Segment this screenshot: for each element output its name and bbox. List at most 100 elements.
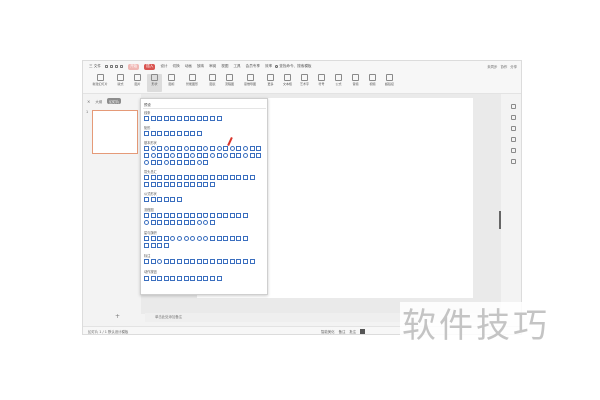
- shape-item[interactable]: [216, 213, 222, 218]
- tab-design[interactable]: 设计: [160, 64, 167, 69]
- shape-item[interactable]: [242, 146, 248, 151]
- shape-item[interactable]: [209, 182, 215, 187]
- shape-item[interactable]: [176, 160, 182, 165]
- shape-item[interactable]: [176, 197, 182, 202]
- shape-item[interactable]: [163, 213, 169, 218]
- shape-item[interactable]: [170, 220, 176, 225]
- shape-item[interactable]: [170, 146, 176, 151]
- shape-item[interactable]: [176, 182, 182, 187]
- shape-item[interactable]: [216, 236, 222, 241]
- shape-item[interactable]: [203, 153, 209, 158]
- comments-button[interactable]: 批注: [349, 329, 356, 334]
- shape-item[interactable]: [190, 175, 196, 180]
- shape-item[interactable]: [242, 213, 248, 218]
- slide-thumbnail[interactable]: [92, 110, 138, 154]
- shape-item[interactable]: [163, 220, 169, 225]
- wordart-button[interactable]: 艺术字: [297, 74, 312, 92]
- shape-item[interactable]: [203, 146, 209, 151]
- shape-item[interactable]: [196, 182, 202, 187]
- shape-item[interactable]: [150, 146, 156, 151]
- shape-item[interactable]: [196, 276, 202, 281]
- shape-item[interactable]: [176, 220, 182, 225]
- shape-item[interactable]: [163, 243, 169, 248]
- shape-item[interactable]: [150, 131, 156, 136]
- settings-icon[interactable]: [510, 137, 516, 142]
- shape-item[interactable]: [236, 236, 242, 241]
- file-menu[interactable]: 三 文件: [89, 64, 101, 69]
- collaborate-button[interactable]: 协作: [500, 64, 507, 69]
- shape-item[interactable]: [196, 236, 202, 241]
- formula-button[interactable]: 公式: [331, 74, 346, 92]
- shape-item[interactable]: [183, 276, 189, 281]
- layers-icon[interactable]: [510, 126, 516, 131]
- shape-item[interactable]: [176, 116, 182, 121]
- shape-item[interactable]: [209, 220, 215, 225]
- shape-item[interactable]: [170, 131, 176, 136]
- sync-status[interactable]: 未同步: [487, 64, 497, 69]
- shape-item[interactable]: [229, 146, 235, 151]
- shape-item[interactable]: [150, 160, 156, 165]
- shape-item[interactable]: [144, 220, 149, 225]
- shape-item[interactable]: [170, 153, 176, 158]
- shape-item[interactable]: [236, 213, 242, 218]
- shape-item[interactable]: [203, 160, 209, 165]
- shape-item[interactable]: [190, 131, 196, 136]
- shape-item[interactable]: [157, 116, 163, 121]
- format-icon[interactable]: [510, 115, 516, 120]
- shape-item[interactable]: [150, 116, 156, 121]
- shape-item[interactable]: [176, 175, 182, 180]
- shape-item[interactable]: [176, 213, 182, 218]
- tab-review[interactable]: 审阅: [209, 64, 216, 69]
- shape-item[interactable]: [242, 259, 248, 264]
- shape-item[interactable]: [144, 259, 149, 264]
- shape-item[interactable]: [170, 276, 176, 281]
- shape-item[interactable]: [157, 197, 163, 202]
- shape-item[interactable]: [190, 220, 196, 225]
- mindmap-button[interactable]: 思维导图: [239, 74, 261, 92]
- shape-item[interactable]: [170, 236, 176, 241]
- save-icon[interactable]: [104, 65, 108, 68]
- shape-item[interactable]: [209, 259, 215, 264]
- shape-item[interactable]: [196, 146, 202, 151]
- shape-item[interactable]: [203, 220, 209, 225]
- shape-item[interactable]: [144, 197, 149, 202]
- shape-item[interactable]: [203, 175, 209, 180]
- shape-item[interactable]: [190, 236, 196, 241]
- shape-item[interactable]: [144, 276, 149, 281]
- shape-item[interactable]: [183, 236, 189, 241]
- hyperlink-button[interactable]: 超链接: [382, 74, 397, 92]
- shape-item[interactable]: [150, 182, 156, 187]
- layout-button[interactable]: 版式: [113, 74, 128, 92]
- shape-item[interactable]: [144, 175, 149, 180]
- shape-item[interactable]: [157, 160, 163, 165]
- shape-item[interactable]: [190, 146, 196, 151]
- shape-item[interactable]: [242, 175, 248, 180]
- shape-item[interactable]: [163, 160, 169, 165]
- shape-item[interactable]: [157, 146, 163, 151]
- shape-item[interactable]: [150, 259, 156, 264]
- shape-item[interactable]: [209, 276, 215, 281]
- shape-item[interactable]: [144, 146, 149, 151]
- shape-item[interactable]: [176, 131, 182, 136]
- shape-item[interactable]: [163, 116, 169, 121]
- flowchart-button[interactable]: 流程图: [222, 74, 237, 92]
- shape-item[interactable]: [144, 131, 149, 136]
- shape-item[interactable]: [216, 175, 222, 180]
- tab-member[interactable]: 会员专享: [246, 64, 260, 69]
- shape-item[interactable]: [203, 276, 209, 281]
- shape-item[interactable]: [144, 116, 149, 121]
- shape-item[interactable]: [216, 259, 222, 264]
- shape-item[interactable]: [170, 197, 176, 202]
- shape-item[interactable]: [157, 131, 163, 136]
- redo-icon[interactable]: [119, 65, 123, 68]
- shape-item[interactable]: [163, 131, 169, 136]
- shape-item[interactable]: [190, 276, 196, 281]
- shape-item[interactable]: [163, 276, 169, 281]
- shape-item[interactable]: [150, 236, 156, 241]
- shape-item[interactable]: [196, 213, 202, 218]
- shape-item[interactable]: [183, 131, 189, 136]
- video-button[interactable]: 视频: [365, 74, 380, 92]
- tab-outline[interactable]: 大纲: [93, 98, 104, 104]
- shape-item[interactable]: [144, 160, 149, 165]
- shape-item[interactable]: [163, 182, 169, 187]
